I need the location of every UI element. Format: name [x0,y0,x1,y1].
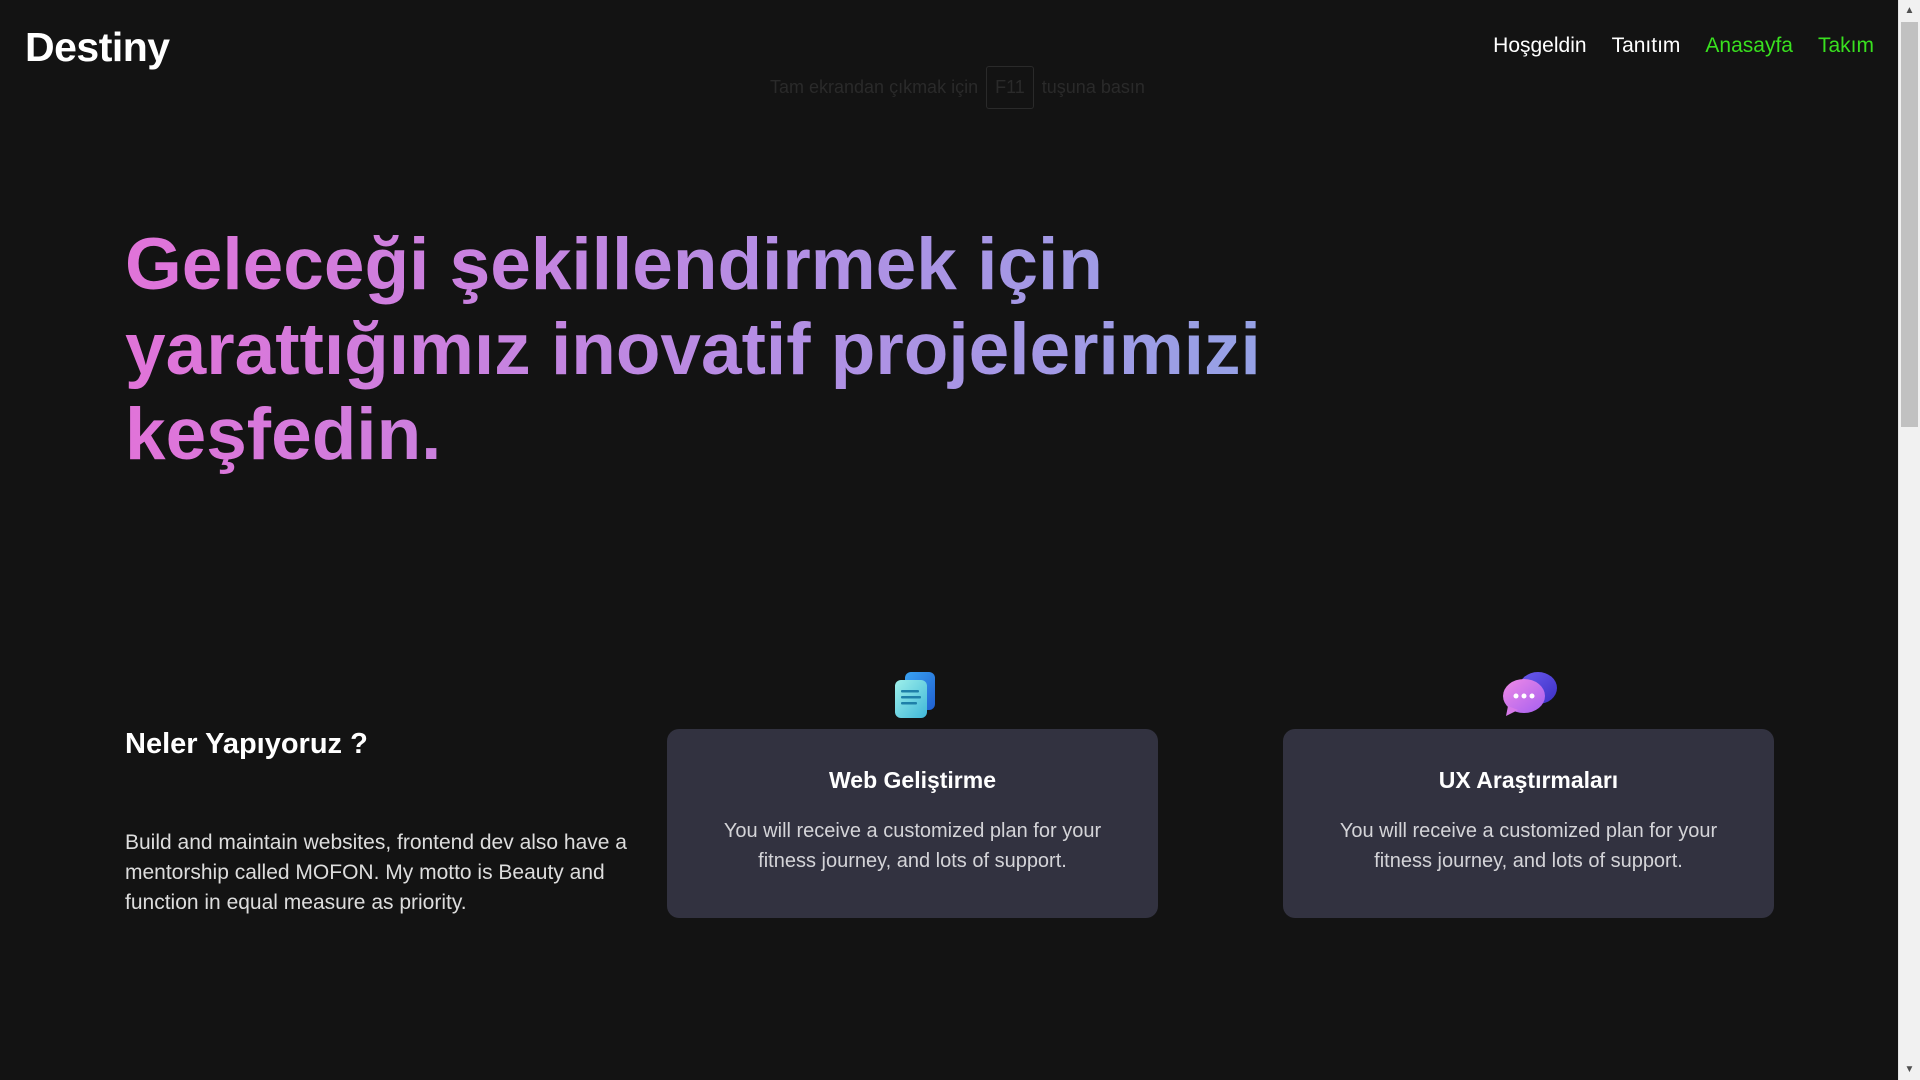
service-card-title: UX Araştırmaları [1438,767,1619,793]
service-card-title: Web Geliştirme [828,767,997,793]
fullscreen-hint-key: F11 [986,66,1034,109]
logo[interactable]: Destiny [25,24,170,71]
nav-item-takim[interactable]: Takım [1818,34,1874,58]
hero-line-3: keşfedin. [125,394,442,475]
nav-item-hosgeldin[interactable]: Hoşgeldin [1493,34,1586,58]
fullscreen-hint: Tam ekrandan çıkmak için F11 tuşuna bası… [770,66,1145,109]
fullscreen-hint-text: Tam ekrandan çıkmak için [770,77,979,97]
service-card-ux: UX Araştırmaları You will receive a cust… [1283,729,1774,918]
nav-item-anasayfa[interactable]: Anasayfa [1705,34,1793,58]
main-nav: Hoşgeldin Tanıtım Anasayfa Takım [1493,34,1874,58]
nav-item-tanitim[interactable]: Tanıtım [1612,34,1681,58]
scrollbar-thumb[interactable] [1901,22,1918,427]
service-card-text: You will receive a customized plan for y… [1339,820,1718,872]
hero-line-2: yarattığımız inovatif projelerimizi [125,309,1261,390]
service-card-text: You will receive a customized plan for y… [723,820,1102,872]
document-icon [891,670,939,720]
service-card-web: Web Geliştirme You will receive a custom… [667,729,1158,918]
scroll-up-icon[interactable]: ▲ [1899,2,1920,19]
vertical-scrollbar[interactable]: ▲ ▼ [1898,0,1920,1080]
hero-heading: Geleceği şekillendirmek için yarattığımı… [125,222,1425,477]
scroll-down-icon[interactable]: ▼ [1899,1061,1920,1078]
chat-bubbles-icon [1502,670,1557,720]
fullscreen-hint-text-after: tuşuna basın [1041,77,1145,97]
services-description: Build and maintain websites, frontend de… [125,831,627,914]
services-title: Neler Yapıyoruz ? [125,728,368,760]
hero-line-1: Geleceği şekillendirmek için [125,224,1103,305]
page: Destiny Hoşgeldin Tanıtım Anasayfa Takım… [0,0,1898,1080]
